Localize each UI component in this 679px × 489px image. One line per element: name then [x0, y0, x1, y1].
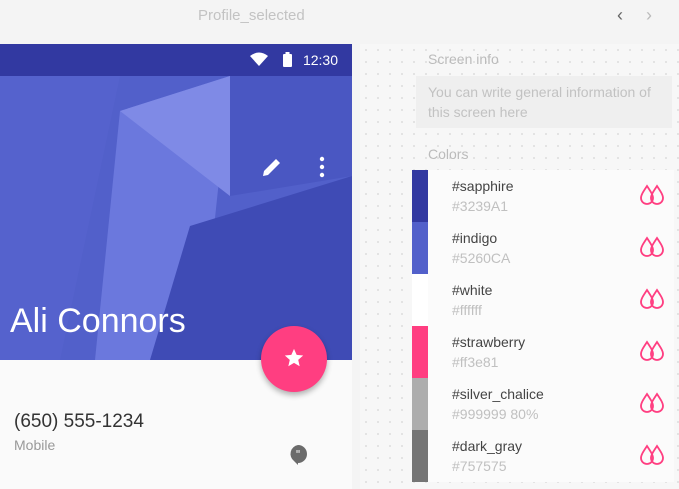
colors-title: Colors — [428, 146, 469, 162]
profile-name: Ali Connors — [10, 302, 186, 340]
color-item[interactable]: #sapphire #3239A1 — [412, 170, 674, 222]
color-name: #indigo — [452, 230, 498, 246]
droplets-icon[interactable] — [640, 184, 664, 206]
svg-text:": " — [295, 448, 300, 461]
favorite-button[interactable] — [261, 326, 327, 392]
star-icon — [284, 348, 304, 367]
color-swatch — [412, 170, 428, 222]
wifi-icon — [250, 52, 268, 66]
color-swatch — [412, 274, 428, 326]
color-hex: #5260CA — [452, 250, 511, 266]
color-name: #sapphire — [452, 178, 514, 194]
color-hex: #ff3e81 — [452, 354, 499, 370]
status-time: 12:30 — [302, 52, 338, 68]
chevron-right-icon[interactable]: › — [646, 6, 652, 24]
color-item[interactable]: #indigo #5260CA — [412, 222, 674, 274]
color-item[interactable]: #strawberry #ff3e81 — [412, 326, 674, 378]
color-hex: #ffffff — [452, 302, 482, 318]
color-name: #dark_gray — [452, 438, 523, 454]
color-name: #silver_chalice — [452, 386, 544, 402]
edit-icon[interactable] — [261, 156, 283, 178]
more-vert-icon[interactable] — [318, 156, 326, 178]
screen-info-title: Screen info — [428, 51, 499, 67]
window-toolbar: Profile_selected ‹ › — [0, 0, 679, 32]
message-icon[interactable]: " — [288, 444, 308, 466]
color-swatch — [412, 378, 428, 430]
color-hex: #3239A1 — [452, 198, 509, 214]
color-item[interactable]: #dark_gray #757575 — [412, 430, 674, 482]
status-bar: 12:30 — [0, 44, 352, 76]
phone-type-label: Mobile — [14, 437, 56, 453]
phone-number[interactable]: (650) 555-1234 — [14, 411, 144, 433]
color-swatch — [412, 326, 428, 378]
droplets-icon[interactable] — [640, 236, 664, 258]
color-hex: #999999 80% — [452, 406, 539, 422]
window-title: Profile_selected — [198, 7, 305, 24]
screen-preview: 12:30 Ali Connors (650) 555-1234 Mobile … — [0, 44, 352, 489]
color-item[interactable]: #silver_chalice #999999 80% — [412, 378, 674, 430]
droplets-icon[interactable] — [640, 340, 664, 362]
color-swatch — [412, 222, 428, 274]
color-item[interactable]: #white #ffffff — [412, 274, 674, 326]
droplets-icon[interactable] — [640, 392, 664, 414]
color-name: #strawberry — [452, 334, 526, 350]
droplets-icon[interactable] — [640, 288, 664, 310]
battery-icon — [283, 52, 292, 67]
color-swatch — [412, 430, 428, 482]
screen-info-text: You can write general information of thi… — [428, 84, 651, 120]
droplets-icon[interactable] — [640, 444, 664, 466]
color-name: #white — [452, 282, 493, 298]
screen-info-field[interactable]: You can write general information of thi… — [416, 76, 672, 128]
profile-header: Ali Connors — [0, 76, 352, 360]
color-hex: #757575 — [452, 458, 507, 474]
chevron-left-icon[interactable]: ‹ — [617, 6, 623, 24]
